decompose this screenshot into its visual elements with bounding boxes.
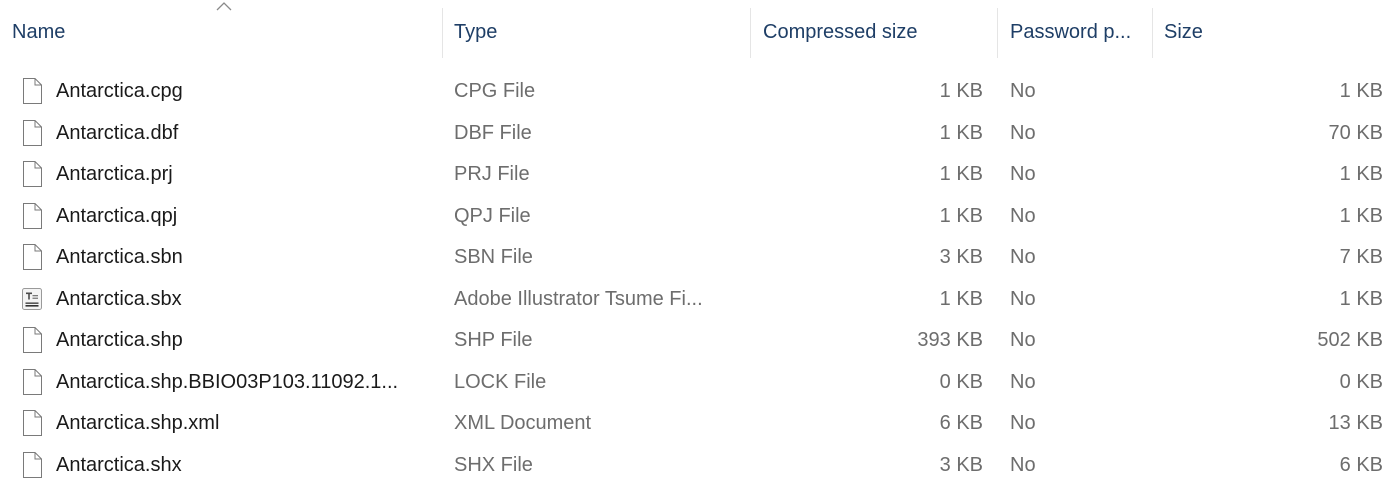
sort-ascending-icon: [216, 2, 232, 11]
column-header-compressed-size[interactable]: Compressed size: [751, 0, 997, 66]
generic-file-icon: [23, 161, 42, 187]
file-row[interactable]: Antarctica.sbx Adobe Illustrator Tsume F…: [0, 279, 1387, 320]
file-type: CPG File: [454, 80, 536, 102]
generic-file-icon: [23, 327, 42, 353]
file-type: Adobe Illustrator Tsume Fi...: [454, 287, 703, 310]
file-size: 1 KB: [1339, 204, 1383, 227]
column-header-name-label: Name: [12, 21, 66, 43]
file-row[interactable]: Antarctica.shp.xml XML Document 6 KB No …: [0, 403, 1387, 444]
file-password-protected: No: [1010, 204, 1036, 227]
file-password-protected: No: [1010, 329, 1036, 351]
file-compressed-size: 6 KB: [939, 412, 983, 434]
generic-file-icon: [23, 368, 42, 395]
file-name: Antarctica.sbn: [56, 246, 183, 268]
file-name: Antarctica.shp.BBIO03P103.11092.1...: [56, 370, 399, 393]
column-header-size-label: Size: [1164, 21, 1203, 43]
file-type: DBF File: [454, 121, 532, 144]
file-name: Antarctica.shp: [56, 329, 183, 351]
file-size: 1 KB: [1339, 287, 1383, 310]
generic-file-icon: [23, 202, 42, 229]
file-password-protected: No: [1010, 287, 1036, 310]
file-row[interactable]: Antarctica.prj PRJ File 1 KB No 1 KB: [0, 154, 1387, 195]
file-row[interactable]: Antarctica.sbn SBN File 3 KB No 7 KB: [0, 237, 1387, 278]
file-size: 0 KB: [1339, 370, 1383, 393]
file-size: 70 KB: [1328, 121, 1383, 144]
file-type: SBN File: [454, 246, 533, 268]
file-row[interactable]: Antarctica.shx SHX File 3 KB No 6 KB: [0, 445, 1387, 486]
file-compressed-size: 1 KB: [939, 287, 983, 310]
column-header-password-label: Password p...: [1010, 21, 1132, 43]
file-compressed-size: 3 KB: [939, 246, 983, 268]
tsume-file-icon: [22, 287, 42, 310]
file-password-protected: No: [1010, 246, 1036, 268]
file-compressed-size: 1 KB: [939, 121, 983, 144]
file-size: 502 KB: [1317, 329, 1383, 351]
file-row[interactable]: Antarctica.cpg CPG File 1 KB No 1 KB: [0, 71, 1387, 112]
file-size: 1 KB: [1339, 80, 1383, 102]
file-compressed-size: 3 KB: [939, 453, 983, 476]
file-name: Antarctica.prj: [56, 163, 173, 185]
column-header-type[interactable]: Type: [443, 0, 750, 66]
column-header-size[interactable]: Size: [1153, 0, 1387, 66]
file-size: 6 KB: [1339, 453, 1383, 476]
generic-file-icon: [23, 244, 42, 270]
generic-file-icon: [23, 119, 42, 146]
column-header-compressed-size-label: Compressed size: [763, 21, 918, 43]
file-name: Antarctica.sbx: [56, 287, 182, 310]
file-password-protected: No: [1010, 370, 1036, 393]
file-password-protected: No: [1010, 412, 1036, 434]
file-password-protected: No: [1010, 121, 1036, 144]
file-type: QPJ File: [454, 204, 531, 227]
generic-file-icon: [23, 78, 42, 104]
file-name: Antarctica.cpg: [56, 80, 183, 102]
file-name: Antarctica.dbf: [56, 121, 179, 144]
file-row[interactable]: Antarctica.qpj QPJ File 1 KB No 1 KB: [0, 196, 1387, 237]
file-password-protected: No: [1010, 453, 1036, 476]
file-compressed-size: 0 KB: [939, 370, 983, 393]
column-header-row: Name Type Compressed size Password p... …: [0, 0, 1387, 66]
column-header-name[interactable]: Name: [0, 0, 442, 66]
file-type: SHP File: [454, 329, 533, 351]
file-password-protected: No: [1010, 163, 1036, 185]
file-row[interactable]: Antarctica.dbf DBF File 1 KB No 70 KB: [0, 113, 1387, 154]
file-size: 1 KB: [1339, 163, 1383, 185]
file-compressed-size: 1 KB: [939, 80, 983, 102]
file-compressed-size: 1 KB: [939, 163, 983, 185]
file-type: LOCK File: [454, 370, 547, 393]
file-name: Antarctica.shx: [56, 453, 182, 476]
file-password-protected: No: [1010, 80, 1036, 102]
file-name: Antarctica.shp.xml: [56, 412, 220, 434]
file-size: 13 KB: [1328, 412, 1383, 434]
generic-file-icon: [23, 451, 42, 478]
column-header-type-label: Type: [454, 21, 498, 43]
file-row[interactable]: Antarctica.shp SHP File 393 KB No 502 KB: [0, 320, 1387, 361]
file-type: SHX File: [454, 453, 533, 476]
file-type: PRJ File: [454, 163, 530, 185]
file-name: Antarctica.qpj: [56, 204, 178, 227]
file-type: XML Document: [454, 412, 592, 434]
column-header-password[interactable]: Password p...: [998, 0, 1152, 66]
file-compressed-size: 1 KB: [939, 204, 983, 227]
file-size: 7 KB: [1339, 246, 1383, 268]
file-compressed-size: 393 KB: [917, 329, 983, 351]
file-row[interactable]: Antarctica.shp.BBIO03P103.11092.1... LOC…: [0, 362, 1387, 403]
generic-file-icon: [23, 410, 42, 436]
